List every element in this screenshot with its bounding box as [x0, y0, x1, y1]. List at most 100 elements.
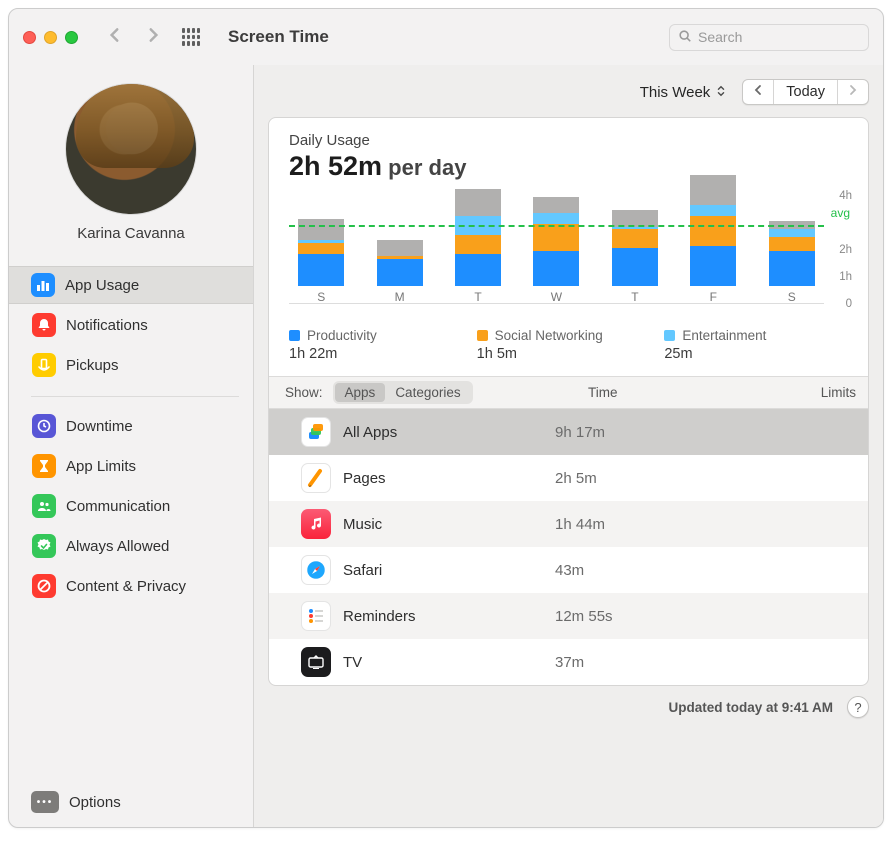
daily-usage-per: per day	[382, 155, 466, 180]
avg-label: avg	[831, 206, 850, 220]
sidebar-item-downtime[interactable]: Downtime	[9, 407, 253, 445]
toggle-categories[interactable]: Categories	[385, 383, 470, 402]
sidebar-item-label: Pickups	[66, 357, 119, 374]
legend-item: Social Networking 1h 5m	[477, 328, 665, 362]
chart-segment	[455, 189, 501, 216]
sidebar-item-label: Notifications	[66, 317, 148, 334]
search-icon	[678, 29, 692, 46]
chart-segment	[377, 240, 423, 256]
sidebar-item-app-usage[interactable]: App Usage	[9, 266, 253, 304]
table-row[interactable]: Music1h 44m	[269, 501, 868, 547]
legend-item: Entertainment25m	[664, 328, 852, 362]
chart-segment	[769, 237, 815, 251]
chart-day-label: M	[395, 290, 405, 304]
hourglass-icon	[32, 454, 56, 478]
app-time: 9h 17m	[555, 424, 605, 441]
chart-ytick: 0	[846, 298, 852, 310]
legend-label: Productivity	[307, 328, 377, 343]
updated-label: Updated today at 9:41 AM	[668, 700, 833, 715]
sidebar-item-pickups[interactable]: Pickups	[9, 346, 253, 384]
app-name: Reminders	[343, 608, 543, 625]
ellipsis-icon: •••	[31, 791, 59, 813]
sidebar: Karina Cavanna App Usage Notifications	[9, 65, 253, 827]
sidebar-item-label: Always Allowed	[66, 538, 169, 555]
user-name: Karina Cavanna	[9, 225, 253, 242]
tv-app-icon	[301, 647, 331, 677]
app-name: All Apps	[343, 424, 543, 441]
checkmark-seal-icon	[32, 534, 56, 558]
sidebar-item-app-limits[interactable]: App Limits	[9, 447, 253, 485]
music-app-icon	[301, 509, 331, 539]
date-next-button[interactable]	[838, 80, 868, 104]
sidebar-item-label: Options	[69, 794, 121, 811]
main-content: This Week Today Daily Us	[254, 65, 883, 827]
app-time: 37m	[555, 654, 584, 671]
usage-chart: SMTWTFS	[289, 192, 824, 322]
chart-bar: S	[760, 196, 824, 304]
forward-button[interactable]	[144, 26, 162, 49]
legend-label: Social Networking	[495, 328, 603, 343]
daily-usage-title: Daily Usage	[289, 132, 852, 149]
back-button[interactable]	[106, 26, 124, 49]
chart-bar: T	[446, 196, 510, 304]
show-all-prefs-button[interactable]	[182, 28, 200, 46]
chart-segment	[455, 254, 501, 286]
chart-segment	[612, 229, 658, 248]
legend-swatch	[664, 330, 675, 341]
app-name: TV	[343, 654, 543, 671]
chart-day-label: F	[710, 290, 717, 304]
chart-segment	[298, 219, 344, 241]
chart-day-label: S	[788, 290, 796, 304]
clock-icon	[32, 414, 56, 438]
date-prev-button[interactable]	[743, 80, 774, 104]
search-input[interactable]: Search	[669, 24, 869, 51]
app-time: 12m 55s	[555, 608, 613, 625]
sidebar-item-options[interactable]: ••• Options	[9, 791, 253, 813]
avatar[interactable]	[65, 83, 197, 215]
close-window-button[interactable]	[23, 31, 36, 44]
reminders-app-icon	[301, 601, 331, 631]
chart-segment	[690, 175, 736, 205]
table-row[interactable]: All Apps 9h 17m	[269, 409, 868, 455]
all-apps-icon	[301, 417, 331, 447]
sidebar-item-label: Downtime	[66, 418, 133, 435]
fullscreen-window-button[interactable]	[65, 31, 78, 44]
chart-day-label: S	[317, 290, 325, 304]
minimize-window-button[interactable]	[44, 31, 57, 44]
chart-ytick: 4h	[839, 190, 852, 202]
table-row[interactable]: TV 37m	[269, 639, 868, 685]
chart-bar: T	[603, 196, 667, 304]
bar-chart-icon	[31, 273, 55, 297]
titlebar: Screen Time Search	[9, 9, 883, 65]
app-table: All Apps 9h 17m Pages2h 5mMusic1h 44mSafar…	[269, 409, 868, 685]
column-time: Time	[588, 385, 788, 400]
chart-bar: F	[681, 196, 745, 304]
sidebar-item-always-allowed[interactable]: Always Allowed	[9, 527, 253, 565]
app-time: 43m	[555, 562, 584, 579]
avg-line	[289, 225, 824, 227]
table-row[interactable]: Reminders 12m 55s	[269, 593, 868, 639]
date-today-button[interactable]: Today	[774, 80, 838, 104]
app-time: 1h 44m	[555, 516, 605, 533]
chart-segment	[769, 251, 815, 286]
period-selector[interactable]: This Week	[634, 80, 733, 105]
people-icon	[32, 494, 56, 518]
sidebar-item-communication[interactable]: Communication	[9, 487, 253, 525]
sidebar-item-label: App Limits	[66, 458, 136, 475]
chart-ytick: 1h	[839, 271, 852, 283]
chart-day-label: T	[474, 290, 481, 304]
chart-segment	[533, 197, 579, 213]
screen-time-window: Screen Time Search Karina Cavanna App Us…	[8, 8, 884, 828]
window-title: Screen Time	[228, 27, 329, 47]
table-row[interactable]: Safari43m	[269, 547, 868, 593]
no-sign-icon	[32, 574, 56, 598]
sidebar-item-notifications[interactable]: Notifications	[9, 306, 253, 344]
device-pickup-icon	[32, 353, 56, 377]
window-controls	[23, 31, 78, 44]
legend-time: 1h 5m	[477, 346, 665, 362]
toggle-apps[interactable]: Apps	[335, 383, 386, 402]
sidebar-item-content-privacy[interactable]: Content & Privacy	[9, 567, 253, 605]
help-button[interactable]: ?	[847, 696, 869, 718]
sidebar-item-label: App Usage	[65, 277, 139, 294]
table-row[interactable]: Pages2h 5m	[269, 455, 868, 501]
